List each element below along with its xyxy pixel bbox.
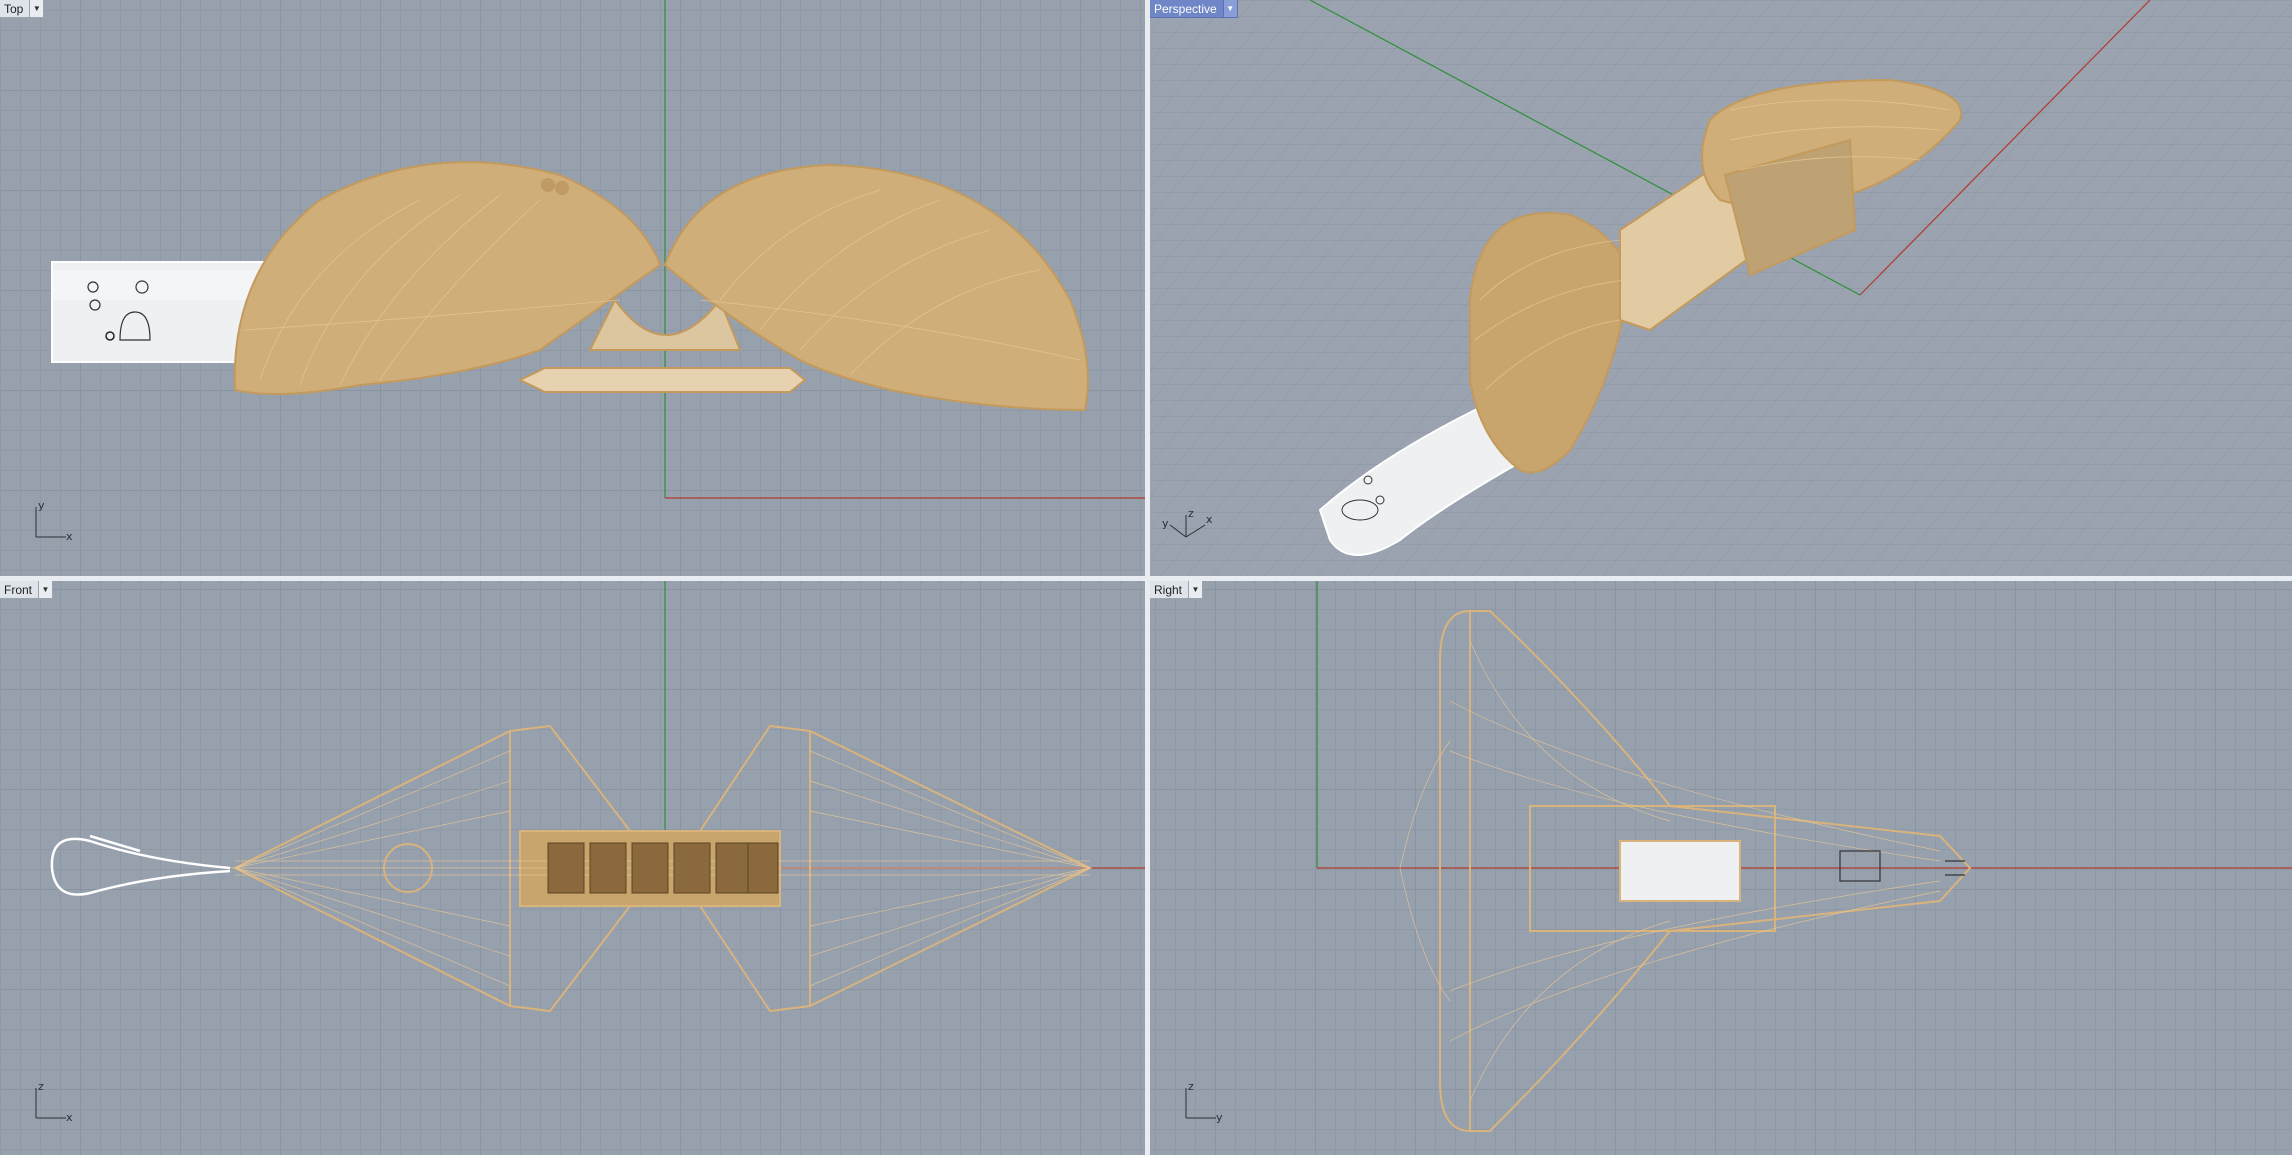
battery-cells bbox=[547, 842, 779, 894]
viewport-title: Front bbox=[4, 583, 33, 597]
viewport-tab-front[interactable]: Front ▼ bbox=[0, 581, 54, 599]
viewport-tab-right[interactable]: Right ▼ bbox=[1150, 581, 1204, 599]
strap-model bbox=[50, 834, 231, 896]
perspective-view-scene: y z x bbox=[1150, 0, 2292, 576]
axis-label-h: x bbox=[66, 1111, 73, 1124]
viewport-perspective[interactable]: Perspective ▼ y z x bbox=[1150, 0, 2292, 576]
viewport-tab-perspective[interactable]: Perspective ▼ bbox=[1150, 0, 1238, 18]
axis-label-v: z bbox=[38, 1080, 44, 1093]
viewport-title: Top bbox=[4, 2, 24, 16]
viewport-tab-top[interactable]: Top ▼ bbox=[0, 0, 45, 18]
axis-label-v: y bbox=[38, 499, 45, 512]
chevron-down-icon[interactable]: ▼ bbox=[1188, 581, 1203, 598]
model-wireframe bbox=[1439, 610, 1972, 1132]
chevron-down-icon[interactable]: ▼ bbox=[29, 0, 44, 17]
viewport-top[interactable]: Top ▼ y x bbox=[0, 0, 1145, 576]
viewport-right[interactable]: Right ▼ z y bbox=[1150, 581, 2292, 1155]
perspective-grid bbox=[1150, 0, 2292, 576]
chevron-down-icon[interactable]: ▼ bbox=[38, 581, 53, 598]
axis-label-h: x bbox=[66, 530, 73, 543]
front-view-scene: z x bbox=[35, 581, 1145, 1124]
axis-label-h: y bbox=[1216, 1111, 1223, 1124]
axis-label-c: x bbox=[1206, 513, 1213, 526]
viewport-front[interactable]: Front ▼ z x bbox=[0, 581, 1145, 1155]
model-bowls bbox=[233, 161, 1089, 412]
right-view-scene: z y bbox=[1185, 581, 2292, 1132]
chevron-down-icon[interactable]: ▼ bbox=[1222, 0, 1237, 17]
viewport-title: Right bbox=[1154, 583, 1183, 597]
top-view-scene: y x bbox=[35, 0, 1145, 543]
axis-label-a: y bbox=[1162, 517, 1169, 530]
axis-label-b: z bbox=[1188, 507, 1194, 520]
axis-label-v: z bbox=[1188, 1080, 1194, 1093]
viewport-title: Perspective bbox=[1154, 2, 1217, 16]
